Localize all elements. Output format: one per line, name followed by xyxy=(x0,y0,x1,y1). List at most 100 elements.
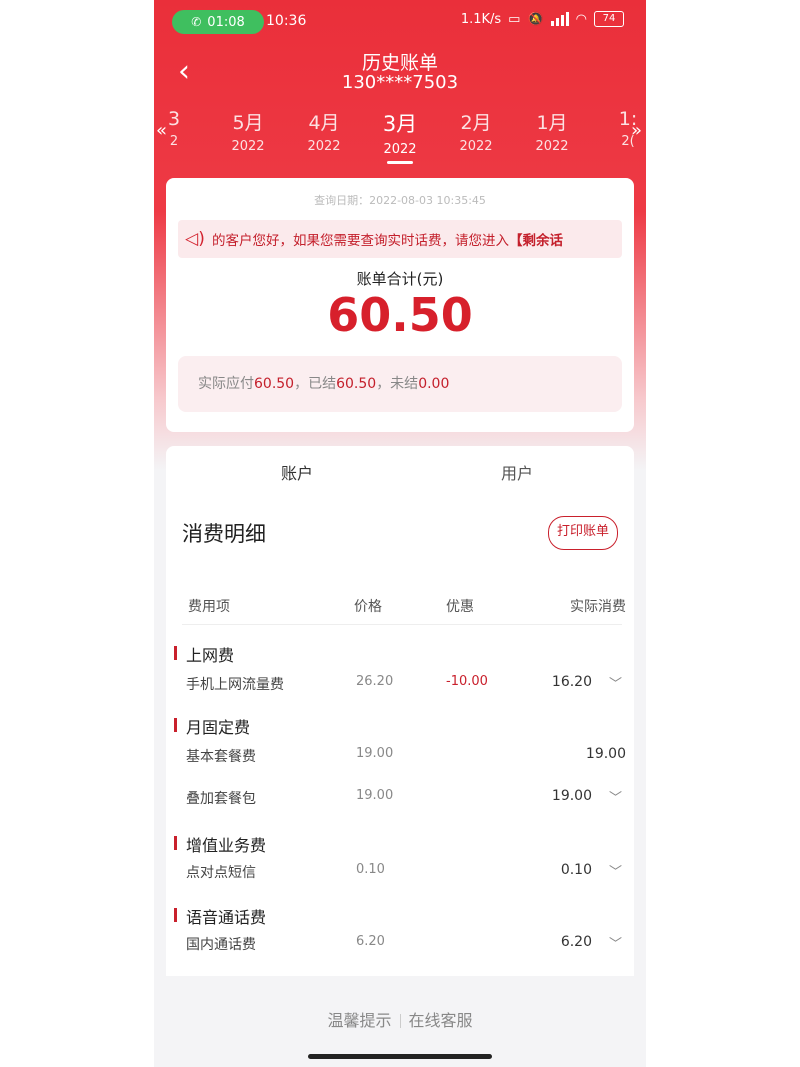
chevron-down-icon[interactable]: ﹀ xyxy=(609,861,622,880)
status-icons: 1.1K/s ▭ 🔕 ◠ 74 xyxy=(461,11,624,27)
month-label: 3月 xyxy=(382,112,418,136)
col-item: 费用项 xyxy=(188,599,230,615)
fee-category: 月固定费 xyxy=(174,714,250,738)
fee-row[interactable]: 叠加套餐包 19.00 19.00 ﹀ xyxy=(166,788,634,812)
wifi-icon: ◠ xyxy=(575,11,587,27)
scroll-right-icon[interactable]: » xyxy=(631,120,642,141)
fee-actual: 0.10 xyxy=(560,862,592,878)
fee-name: 点对点短信 xyxy=(186,865,256,881)
fee-actual: 16.20 xyxy=(551,674,592,690)
chevron-down-icon[interactable]: ﹀ xyxy=(609,787,622,806)
tab-user[interactable]: 用户 xyxy=(400,460,634,484)
year-label: 2022 xyxy=(231,139,265,154)
fee-price: 19.00 xyxy=(356,746,394,761)
bill-summary-card: 查询日期：2022-08-03 10:35:45 ◁) 的客户您好，如果您需要查… xyxy=(166,178,634,432)
unsettled-value: 0.00 xyxy=(418,376,450,392)
phone-number: 130****7503 xyxy=(341,72,459,93)
call-timer: 01:08 xyxy=(207,14,245,30)
phone-screen: ✆ 01:08 10:36 1.1K/s ▭ 🔕 ◠ 74 ‹ 历史账单 130… xyxy=(154,0,646,1067)
year-label: 2 xyxy=(169,134,179,149)
fee-row[interactable]: 手机上网流量费 26.20 -10.00 16.20 ﹀ xyxy=(166,674,634,698)
fee-row[interactable]: 点对点短信 0.10 0.10 ﹀ xyxy=(166,862,634,886)
month-label: 3 xyxy=(167,108,181,130)
header-divider xyxy=(182,624,622,625)
month-label: 1月 xyxy=(536,112,568,134)
fee-price: 6.20 xyxy=(356,934,385,949)
month-tab[interactable]: 4月 2022 xyxy=(292,108,356,154)
col-discount: 优惠 xyxy=(446,599,474,615)
home-indicator[interactable] xyxy=(308,1054,492,1059)
col-actual: 实际消费 xyxy=(570,599,626,615)
fee-name: 基本套餐费 xyxy=(186,749,256,765)
tips-link[interactable]: 温馨提示 xyxy=(327,1011,391,1030)
active-month-indicator xyxy=(387,161,413,164)
settled-value: 60.50 xyxy=(336,376,377,392)
total-label: 账单合计(元) xyxy=(356,270,444,288)
notice-text: 的客户您好，如果您需要查询实时话费，请您进入 xyxy=(212,233,509,249)
fee-name: 手机上网流量费 xyxy=(186,677,284,693)
fee-name: 叠加套餐包 xyxy=(186,791,256,807)
vibrate-icon: ▭ xyxy=(508,11,521,27)
detail-title: 消费明细 xyxy=(182,522,266,546)
category-label: 上网费 xyxy=(186,646,235,665)
fee-actual: 6.20 xyxy=(560,934,592,950)
net-speed: 1.1K/s xyxy=(460,11,502,27)
month-label: 4月 xyxy=(308,112,340,134)
fee-actual: 19.00 xyxy=(551,788,592,804)
month-tab[interactable]: 1月 2022 xyxy=(520,108,584,154)
page-title: 历史账单 xyxy=(361,52,438,74)
mute-icon: 🔕 xyxy=(527,11,544,27)
chevron-down-icon[interactable]: ﹀ xyxy=(609,933,622,952)
fee-price: 26.20 xyxy=(356,674,394,689)
unsettled-label: ，未结 xyxy=(376,376,419,392)
status-clock: 10:36 xyxy=(266,13,307,29)
tab-account-label: 账户 xyxy=(280,464,313,483)
month-tab[interactable]: 3月 2022 xyxy=(368,108,432,164)
fee-price: 19.00 xyxy=(356,788,394,803)
divider xyxy=(399,1014,401,1028)
payment-status: 实际应付60.50，已结60.50，未结0.00 xyxy=(178,356,622,412)
speaker-icon: ◁) xyxy=(185,229,205,249)
footer-links: 温馨提示 在线客服 xyxy=(154,990,646,1052)
month-tab[interactable]: 2月 2022 xyxy=(444,108,508,154)
fee-name: 国内通话费 xyxy=(186,937,256,953)
tab-user-label: 用户 xyxy=(500,464,533,483)
signal-icon xyxy=(550,12,569,26)
month-selector: « 3 2 5月 2022 4月 2022 3月 2022 2月 2022 1月 2022 1: 2( » xyxy=(154,108,646,168)
fee-row[interactable]: 国内通话费 6.20 6.20 ﹀ xyxy=(166,934,634,958)
table-header: 费用项 价格 优惠 实际消费 xyxy=(166,596,634,626)
year-label: 2022 xyxy=(535,139,569,154)
paid-label: 实际应付 xyxy=(198,376,254,392)
chevron-down-icon[interactable]: ﹀ xyxy=(609,673,622,692)
tab-account[interactable]: 账户 xyxy=(166,460,428,501)
year-label: 2022 xyxy=(307,139,341,154)
fee-actual: 19.00 xyxy=(585,746,626,762)
month-label: 5月 xyxy=(232,112,264,134)
notice-banner[interactable]: ◁) 的客户您好，如果您需要查询实时话费，请您进入【剩余话 xyxy=(178,220,622,258)
ongoing-call-pill[interactable]: ✆ 01:08 xyxy=(172,10,264,34)
month-label: 2月 xyxy=(460,112,492,134)
fee-discount: -10.00 xyxy=(446,674,488,689)
category-label: 语音通话费 xyxy=(186,908,267,927)
fee-price: 0.10 xyxy=(356,862,385,877)
category-label: 月固定费 xyxy=(186,718,251,737)
total-amount: 60.50 xyxy=(327,288,473,342)
year-label: 2022 xyxy=(383,142,417,157)
fee-category: 上网费 xyxy=(174,642,234,666)
battery-icon: 74 xyxy=(594,11,624,27)
print-bill-button[interactable]: 打印账单 xyxy=(547,516,618,550)
col-price: 价格 xyxy=(354,599,382,615)
month-tab[interactable]: 32 xyxy=(154,108,206,149)
view-tabs: 账户 用户 xyxy=(166,446,634,501)
fee-category: 语音通话费 xyxy=(174,904,266,928)
consumption-detail: 消费明细 打印账单 费用项 价格 优惠 实际消费 上网费手机上网流量费 26.20… xyxy=(166,496,634,976)
online-service-link[interactable]: 在线客服 xyxy=(409,1011,473,1030)
fee-row: 基本套餐费 19.00 19.00 xyxy=(166,746,634,770)
status-bar: ✆ 01:08 10:36 1.1K/s ▭ 🔕 ◠ 74 xyxy=(154,0,646,44)
year-label: 2022 xyxy=(459,139,493,154)
notice-link[interactable]: 【剩余话 xyxy=(509,233,563,249)
month-tab[interactable]: 5月 2022 xyxy=(216,108,280,154)
fee-category: 增值业务费 xyxy=(174,832,266,856)
paid-value: 60.50 xyxy=(254,376,295,392)
category-label: 增值业务费 xyxy=(186,836,267,855)
